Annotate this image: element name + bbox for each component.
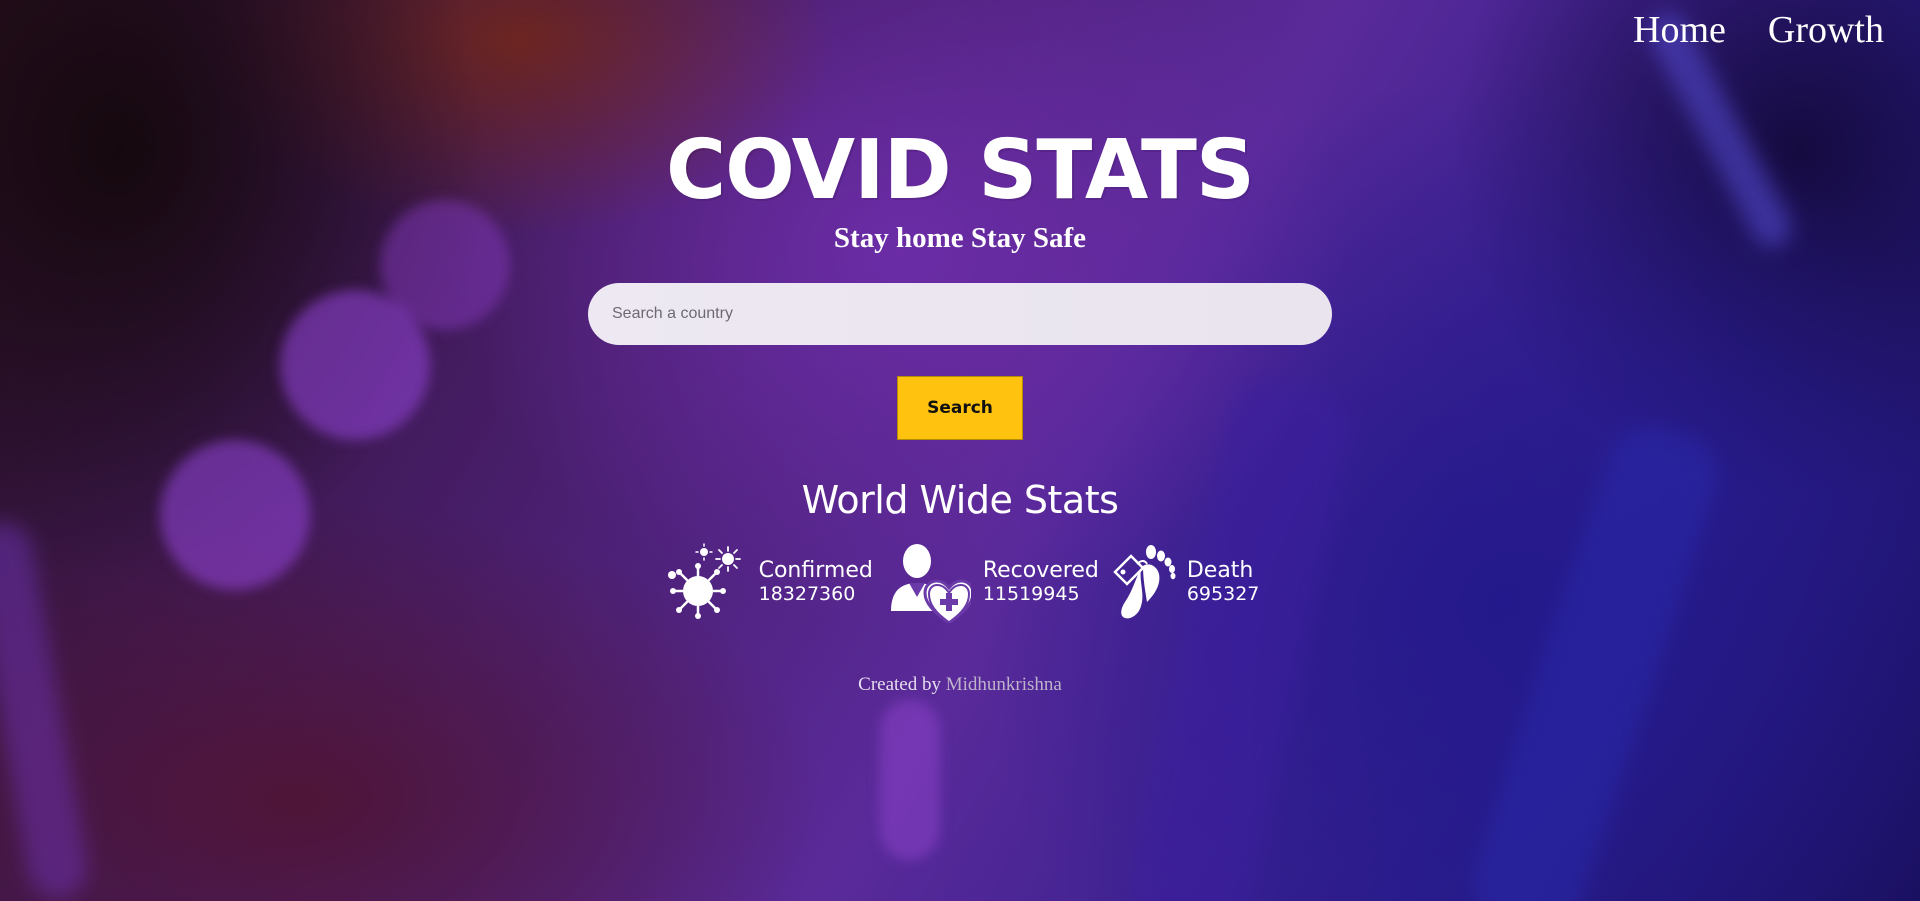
top-nav: Home Growth bbox=[1633, 8, 1884, 52]
nav-home-link[interactable]: Home bbox=[1633, 8, 1726, 52]
nav-growth-link[interactable]: Growth bbox=[1768, 8, 1884, 52]
confirmed-value: 18327360 bbox=[758, 583, 856, 606]
recovered-label: Recovered bbox=[982, 557, 1099, 583]
credit-prefix: Created by bbox=[858, 674, 941, 695]
stat-death: Death 695327 bbox=[1111, 542, 1260, 622]
toe-tag-foot-icon bbox=[1111, 542, 1177, 622]
world-stats-heading: World Wide Stats bbox=[801, 478, 1119, 522]
hero-section: COVID STATS Stay home Stay Safe Search W… bbox=[0, 130, 1920, 696]
death-label: Death bbox=[1186, 557, 1254, 583]
confirmed-label: Confirmed bbox=[758, 557, 873, 583]
stat-recovered: Recovered 11519945 bbox=[885, 542, 1099, 623]
patient-heart-icon bbox=[885, 542, 973, 623]
recovered-value: 11519945 bbox=[982, 583, 1080, 606]
page-title: COVID STATS bbox=[666, 123, 1255, 218]
country-search-input[interactable] bbox=[588, 283, 1332, 345]
virus-icon bbox=[661, 542, 749, 622]
world-stats-row: Confirmed 18327360 Recovered 11519945 De… bbox=[0, 542, 1920, 623]
search-button[interactable]: Search bbox=[897, 376, 1023, 440]
footer-credit: Created by Midhunkrishna bbox=[0, 674, 1920, 696]
author-link[interactable]: Midhunkrishna bbox=[946, 674, 1062, 695]
stat-confirmed: Confirmed 18327360 bbox=[661, 542, 873, 622]
death-value: 695327 bbox=[1186, 583, 1260, 606]
page-subtitle: Stay home Stay Safe bbox=[833, 222, 1087, 254]
